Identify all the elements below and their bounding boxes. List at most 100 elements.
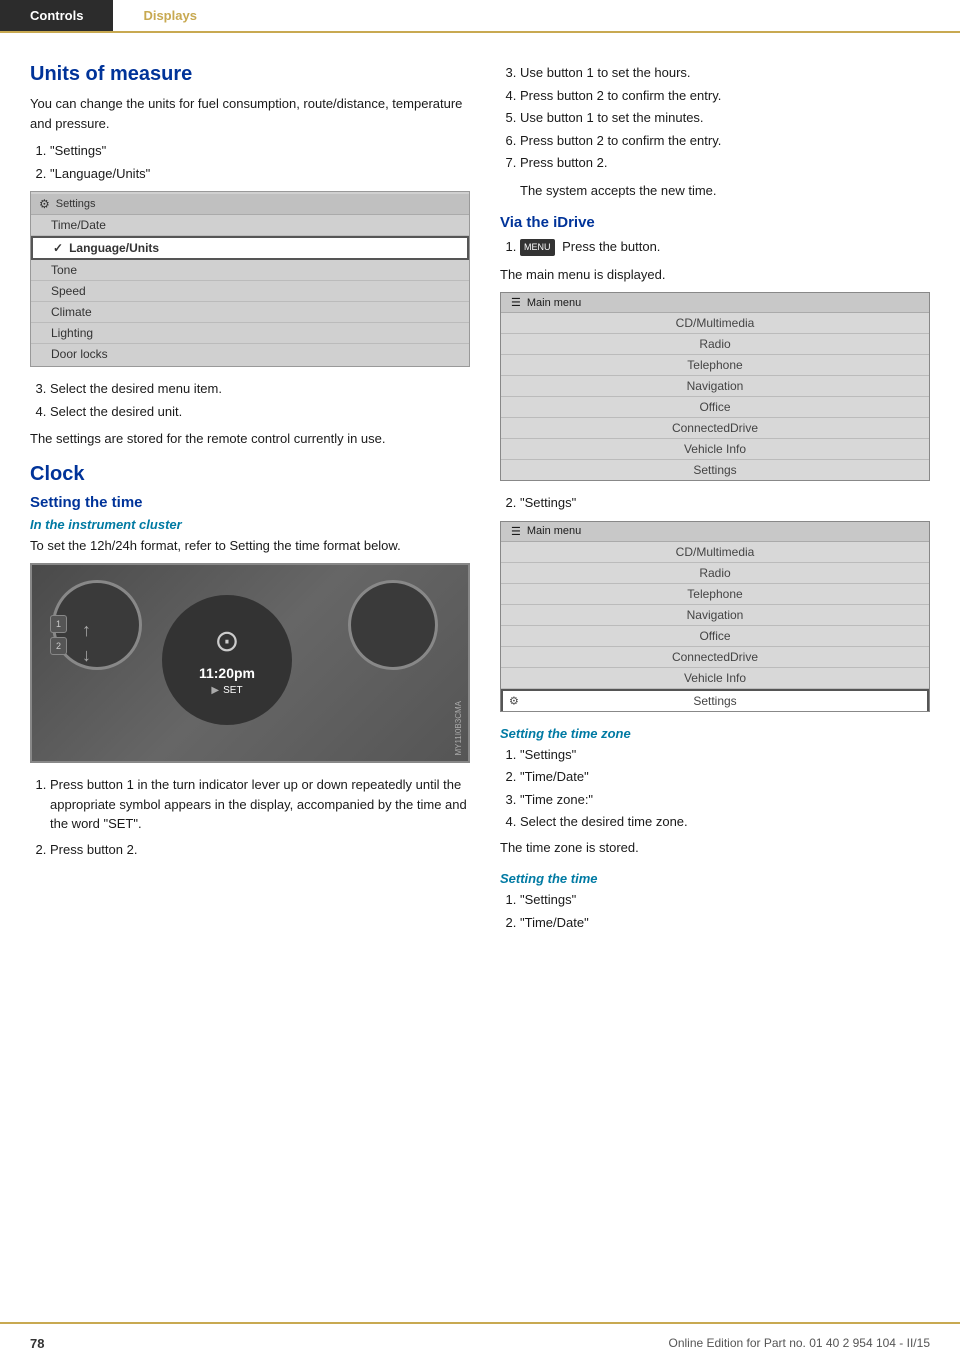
menu-item-timedate: Time/Date	[31, 215, 469, 236]
units-steps-list: "Settings" "Language/Units"	[50, 141, 470, 183]
cluster-time-display: 11:20pm	[199, 665, 255, 681]
mmenu1-cd: CD/Multimedia	[501, 313, 929, 334]
cluster-image: ⊙ 11:20pm ▶ SET 1 2 ↑ ↓ MY11I0B3CMA	[30, 563, 470, 763]
cluster-step-2: Press button 2.	[50, 840, 470, 860]
header-tabs: Controls Displays	[0, 0, 960, 33]
cluster-step-1: Press button 1 in the turn indicator lev…	[50, 775, 470, 834]
via-idrive-section: Via the iDrive MENU Press the button. Th…	[500, 214, 930, 932]
timezone-steps-list: "Settings" "Time/Date" "Time zone:" Sele…	[520, 745, 930, 832]
time-step-1: "Settings"	[520, 890, 930, 910]
main-menu-screenshot-1: ☰ Main menu CD/Multimedia Radio Telephon…	[500, 292, 930, 481]
right-step-6: Press button 2 to confirm the entry.	[520, 131, 930, 151]
idrive-step-2: "Settings"	[520, 493, 930, 513]
mmenu1-vehicleinfo: Vehicle Info	[501, 439, 929, 460]
settings-gear-icon: ⚙	[509, 694, 519, 707]
idrive-step-1: MENU Press the button.	[520, 237, 930, 257]
mmenu2-office: Office	[501, 626, 929, 647]
mmenu1-radio: Radio	[501, 334, 929, 355]
mmenu2-settings: ⚙ Settings	[501, 689, 929, 711]
mmenu2-radio: Radio	[501, 563, 929, 584]
timezone-step-1: "Settings"	[520, 745, 930, 765]
time-step-2: "Time/Date"	[520, 913, 930, 933]
page-number: 78	[30, 1336, 44, 1351]
mmenu1-office: Office	[501, 397, 929, 418]
tab-controls[interactable]: Controls	[0, 0, 113, 31]
mmenu2-vehicleinfo: Vehicle Info	[501, 668, 929, 689]
tab-displays-label: Displays	[143, 8, 196, 23]
right-steps-list: Use button 1 to set the hours. Press but…	[520, 63, 930, 173]
idrive-step1-label: Press the button.	[562, 239, 660, 254]
image-label: MY11I0B3CMA	[454, 701, 463, 756]
menu-button-icon: MENU	[520, 239, 555, 257]
main-content: Units of measure You can change the unit…	[0, 33, 960, 1006]
time-steps-list: "Settings" "Time/Date"	[520, 890, 930, 932]
mmenu1-settings: Settings	[501, 460, 929, 480]
main-menu-title-bar-2: ☰ Main menu	[501, 522, 929, 542]
units-note: The settings are stored for the remote c…	[30, 429, 470, 449]
units-title: Units of measure	[30, 63, 470, 86]
main-menu-displayed: The main menu is displayed.	[500, 265, 930, 285]
right-step-4: Press button 2 to confirm the entry.	[520, 86, 930, 106]
settings-menu-screenshot: ⚙ Settings Time/Date ✓ Language/Units To…	[30, 191, 470, 367]
menu-item-tone: Tone	[31, 260, 469, 281]
main-menu-title-bar-1: ☰ Main menu	[501, 293, 929, 313]
menu-item-lighting: Lighting	[31, 323, 469, 344]
menu-item-languageunits-label: Language/Units	[69, 241, 159, 255]
main-menu-title-label-1: Main menu	[527, 297, 581, 309]
main-menu-title-label-2: Main menu	[527, 525, 581, 537]
timezone-step-4: Select the desired time zone.	[520, 812, 930, 832]
setting-time-title: Setting the time	[30, 494, 470, 511]
main-menu-screenshot-2: ☰ Main menu CD/Multimedia Radio Telephon…	[500, 521, 930, 712]
cluster-center-panel: ⊙ 11:20pm ▶ SET	[162, 595, 292, 725]
setting-time-right-section: Setting the time "Settings" "Time/Date"	[500, 871, 930, 932]
footer: 78 Online Edition for Part no. 01 40 2 9…	[0, 1322, 960, 1362]
units-step-4: Select the desired unit.	[50, 402, 470, 422]
in-cluster-text: To set the 12h/24h format, refer to Sett…	[30, 536, 470, 556]
timezone-step-3: "Time zone:"	[520, 790, 930, 810]
edition-text: Online Edition for Part no. 01 40 2 954 …	[668, 1336, 930, 1350]
mmenu2-settings-label: Settings	[693, 694, 736, 708]
cluster-steps-list: Press button 1 in the turn indicator lev…	[50, 775, 470, 859]
mmenu1-telephone: Telephone	[501, 355, 929, 376]
cluster-set-label: SET	[223, 685, 242, 696]
right-column: Use button 1 to set the hours. Press but…	[500, 63, 930, 946]
list-icon-1: ☰	[511, 296, 521, 309]
timezone-title: Setting the time zone	[500, 726, 930, 741]
timezone-section: Setting the time zone "Settings" "Time/D…	[500, 726, 930, 858]
units-step-2: "Language/Units"	[50, 164, 470, 184]
mmenu2-connecteddrive: ConnectedDrive	[501, 647, 929, 668]
in-cluster-title: In the instrument cluster	[30, 517, 470, 532]
right-step-3: Use button 1 to set the hours.	[520, 63, 930, 83]
idrive-step2-list: "Settings"	[520, 493, 930, 513]
right-step-5: Use button 1 to set the minutes.	[520, 108, 930, 128]
menu-item-languageunits: ✓ Language/Units	[31, 236, 469, 260]
mmenu2-cd: CD/Multimedia	[501, 542, 929, 563]
check-icon: ✓	[53, 241, 63, 255]
units-step-1: "Settings"	[50, 141, 470, 161]
settings-menu-title-bar: ⚙ Settings	[31, 194, 469, 215]
menu-item-doorlocks: Door locks	[31, 344, 469, 364]
units-step-3: Select the desired menu item.	[50, 379, 470, 399]
settings-menu-title: Settings	[56, 198, 96, 210]
clock-section: Clock Setting the time In the instrument…	[30, 463, 470, 860]
units-intro: You can change the units for fuel consum…	[30, 94, 470, 133]
tab-controls-label: Controls	[30, 8, 83, 23]
idrive-steps-list: MENU Press the button.	[520, 237, 930, 257]
menu-item-speed: Speed	[31, 281, 469, 302]
right-step-7: Press button 2.	[520, 153, 930, 173]
left-column: Units of measure You can change the unit…	[30, 63, 470, 946]
clock-title: Clock	[30, 463, 470, 486]
setting-time-title-right: Setting the time	[500, 871, 930, 886]
gear-icon: ⚙	[39, 197, 50, 211]
mmenu1-navigation: Navigation	[501, 376, 929, 397]
timezone-note: The time zone is stored.	[500, 838, 930, 858]
tab-displays[interactable]: Displays	[113, 0, 226, 31]
list-icon-2: ☰	[511, 525, 521, 538]
mmenu1-connecteddrive: ConnectedDrive	[501, 418, 929, 439]
via-idrive-title: Via the iDrive	[500, 214, 930, 231]
clock-display-icon: ⊙	[214, 624, 239, 659]
units-section: Units of measure You can change the unit…	[30, 63, 470, 449]
cluster-set-display: ▶ SET	[211, 685, 242, 696]
system-note: The system accepts the new time.	[520, 181, 930, 201]
timezone-step-2: "Time/Date"	[520, 767, 930, 787]
